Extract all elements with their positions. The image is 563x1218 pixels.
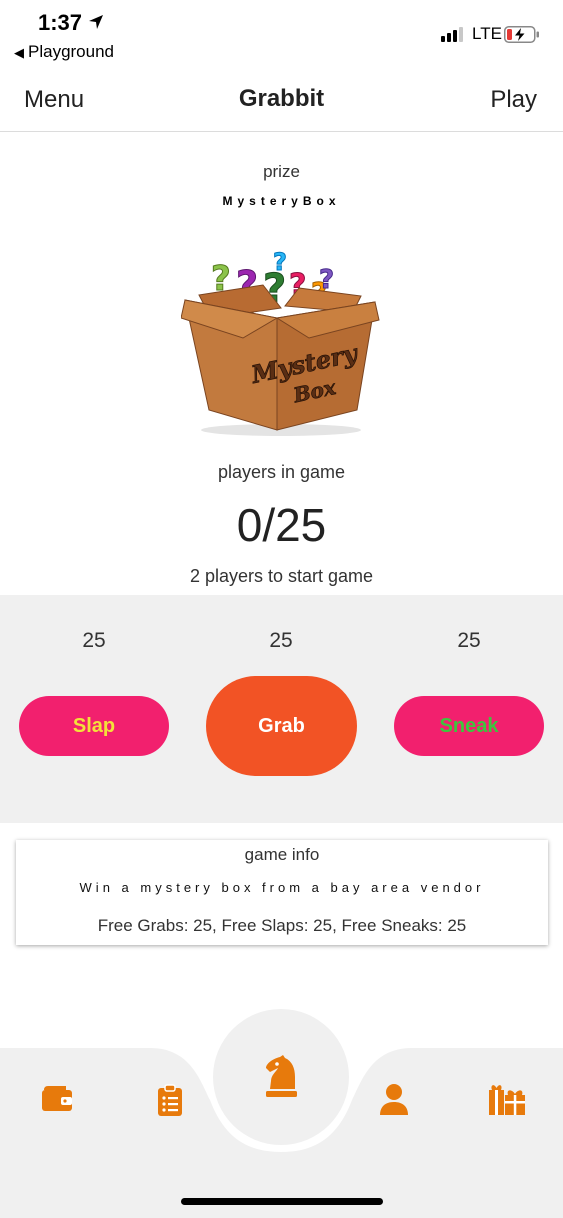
slap-button[interactable]: Slap [19,696,169,756]
game-info-title: game info [244,845,320,864]
back-app-label: Playground [28,42,115,61]
battery-charging-icon [504,26,539,43]
game-info-free-items: Free Grabs: 25, Free Slaps: 25, Free Sne… [97,916,467,935]
home-indicator[interactable] [181,1198,383,1205]
location-arrow-icon [89,15,103,29]
mystery-box-image: ? ? ? ? ? ? ? ? ? Mystery Box [181,248,380,436]
sneak-count: 25 [457,629,481,652]
clipboard-icon[interactable] [153,1083,187,1117]
game-info-description: Win a mystery box from a bay area vendor [79,880,485,895]
sneak-button[interactable]: Sneak [394,696,544,756]
prize-name: MysteryBox [222,194,341,208]
action-panel: 25 25 25 Slap Grab Sneak [0,595,563,823]
play-button[interactable]: Play [490,86,537,114]
page-title: Grabbit [238,85,325,112]
status-time: 1:37 [38,10,83,35]
slap-count: 25 [82,629,106,652]
svg-text:?: ? [273,248,287,276]
network-type: LTE [472,24,502,43]
players-label: players in game [217,462,346,482]
prize-label: prize [263,162,300,181]
tab-bar-background [0,1009,563,1218]
chess-knight-icon[interactable] [261,1055,301,1099]
status-bar: 1:37 ◀ Playground LTE [0,0,563,70]
grab-count: 25 [269,629,293,652]
nav-bar: Menu Grabbit Play [0,70,563,132]
back-triangle-icon: ◀ [14,45,24,60]
gifts-icon[interactable] [488,1082,526,1116]
game-info-card: game info Win a mystery box from a bay a… [16,840,548,945]
signal-bars-icon [441,27,463,42]
wallet-icon[interactable] [40,1081,74,1115]
bottom-tab-bar [0,1000,563,1218]
players-count: 0/25 [236,499,327,551]
back-to-app-link[interactable]: ◀ Playground [14,42,114,62]
grab-button[interactable]: Grab [206,676,357,776]
person-icon[interactable] [377,1082,411,1116]
players-start-note: 2 players to start game [189,566,374,586]
